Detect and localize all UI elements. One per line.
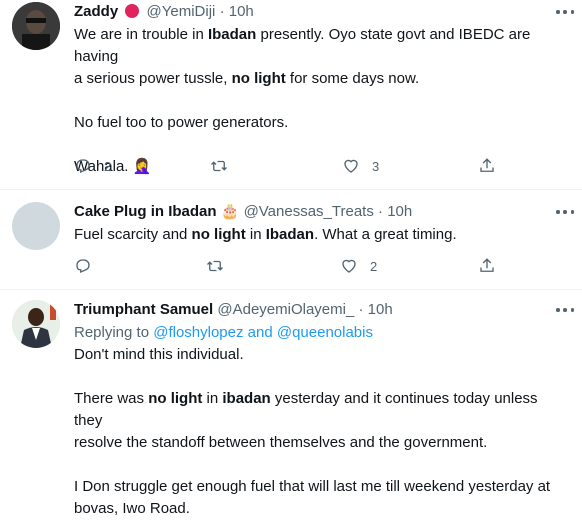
tweet-1[interactable]: Zaddy @YemiDiji · 10h We are in trouble … [0,0,582,190]
separator-dot: · [358,301,364,318]
tweet-text: Replying to @floshylopez and @queenolabi… [74,322,570,520]
share-button[interactable] [478,156,496,176]
separator-dot: · [219,3,225,20]
like-icon [342,259,356,273]
author-handle[interactable]: @Vanessas_Treats [244,203,374,220]
author-name[interactable]: Zaddy [74,3,118,20]
cake-emoji-icon: 🎂 [220,203,240,220]
like-icon [344,159,358,173]
like-button[interactable]: 2 [340,256,377,276]
tweet-2[interactable]: Cake Plug in Ibadan 🎂 @Vanessas_Treats ·… [0,190,582,290]
tweet-text: We are in trouble in Ibadan presently. O… [74,26,531,175]
share-icon [480,158,494,172]
tweet-3[interactable]: Triumphant Samuel @AdeyemiOlayemi_ · 10h… [0,290,582,517]
replying-to: Replying to @floshylopez and @queenolabi… [74,324,373,341]
retweet-icon [207,260,223,272]
separator-dot: · [378,203,384,220]
replying-to-link[interactable]: @floshylopez and @queenolabis [153,324,373,341]
retweet-button[interactable] [206,256,224,276]
more-icon[interactable] [556,202,574,222]
timestamp[interactable]: 10h [229,3,254,20]
author-name[interactable]: Cake Plug in Ibadan [74,203,217,220]
reply-button[interactable] [74,256,92,276]
like-button[interactable]: 3 [342,156,379,176]
retweet-button[interactable] [210,156,228,176]
author-name[interactable]: Triumphant Samuel [74,301,213,318]
share-icon [480,258,494,272]
reply-icon [76,159,90,174]
avatar-zaddy[interactable] [12,2,60,50]
timestamp[interactable]: 10h [387,203,412,220]
author-handle[interactable]: @YemiDiji [147,3,216,20]
reply-icon [76,259,90,274]
tweet-text: Fuel scarcity and no light in Ibadan. Wh… [74,226,457,243]
more-icon[interactable] [556,300,574,320]
timestamp[interactable]: 10h [368,301,393,318]
share-button[interactable] [478,256,496,276]
reply-button[interactable]: 2 [74,156,111,176]
more-icon[interactable] [556,2,574,22]
avatar-triumphant-samuel[interactable] [12,300,60,348]
retweet-icon [211,160,227,172]
author-handle[interactable]: @AdeyemiOlayemi_ [217,301,354,318]
red-circle-emoji-icon [125,4,140,18]
avatar-cake-plug[interactable] [12,202,60,250]
